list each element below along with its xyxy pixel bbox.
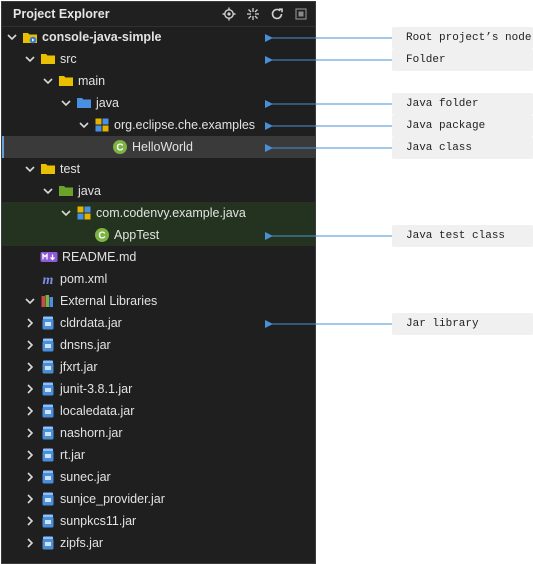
callout-label: Folder (392, 49, 533, 71)
callout-label: Root project’s node (392, 27, 533, 49)
callout-label: Jar library (392, 313, 533, 335)
callout-label: Java test class (392, 225, 533, 247)
callout-arrows (265, 34, 392, 328)
callout-label: Java folder (392, 93, 533, 115)
callout-label: Java class (392, 137, 533, 159)
callout-label: Java package (392, 115, 533, 137)
